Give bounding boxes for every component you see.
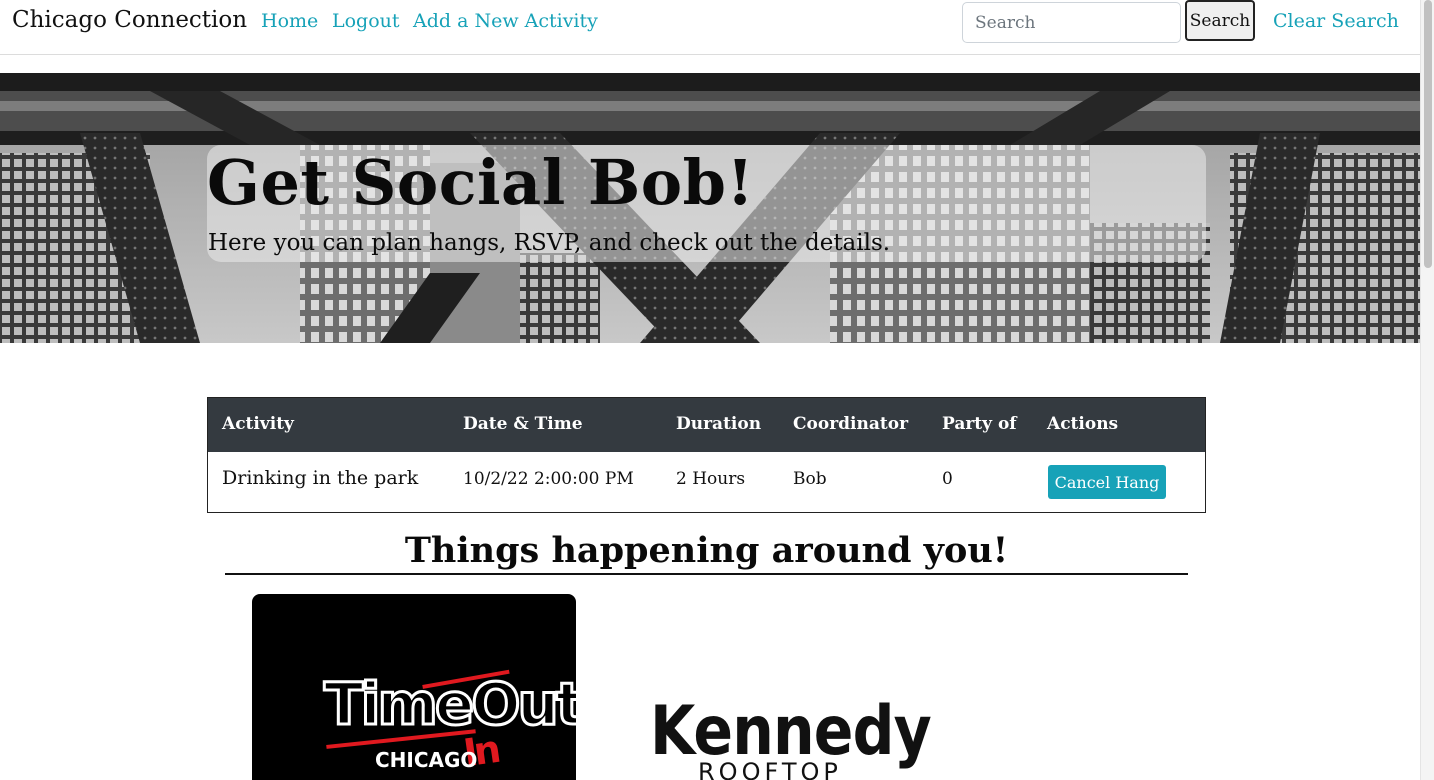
column-header-datetime: Date & Time xyxy=(463,414,583,434)
scrollbar-thumb[interactable] xyxy=(1424,0,1432,268)
column-header-duration: Duration xyxy=(676,414,762,434)
cell-coordinator: Bob xyxy=(793,469,827,489)
kennedy-logo-text: Kennedy xyxy=(650,692,932,771)
column-header-coordinator: Coordinator xyxy=(793,414,909,434)
cell-duration: 2 Hours xyxy=(676,469,746,489)
nav-home-link[interactable]: Home xyxy=(261,10,318,32)
table-header: Activity Date & Time Duration Coordinato… xyxy=(208,398,1205,452)
nav-logout-link[interactable]: Logout xyxy=(332,10,400,32)
navbar: Chicago Connection Home Logout Add a New… xyxy=(0,0,1420,55)
logo-text-city: CHICAGO xyxy=(375,748,477,772)
cell-datetime: 10/2/22 2:00:00 PM xyxy=(463,469,634,489)
hangs-table: Activity Date & Time Duration Coordinato… xyxy=(207,397,1206,513)
timeout-chicago-logo: TimeOut In CHICAGO xyxy=(323,669,577,776)
nav-add-activity-link[interactable]: Add a New Activity xyxy=(413,10,598,32)
section-divider xyxy=(225,573,1188,575)
search-button[interactable]: Search xyxy=(1185,0,1255,41)
column-header-party: Party of xyxy=(942,414,1017,434)
section-title: Things happening around you! xyxy=(404,530,1009,571)
page-scrollbar[interactable] xyxy=(1420,0,1434,780)
hero-subtitle: Here you can plan hangs, RSVP, and check… xyxy=(208,230,891,256)
cancel-hang-button[interactable]: Cancel Hang xyxy=(1048,465,1166,499)
cell-activity: Drinking in the park xyxy=(222,467,419,489)
brand[interactable]: Chicago Connection xyxy=(12,7,247,33)
kennedy-logo-sub: ROOFTOP xyxy=(698,758,842,780)
kennedy-rooftop-card[interactable]: Kennedy ROOFTOP xyxy=(620,640,940,780)
column-header-activity: Activity xyxy=(222,414,294,434)
search-input[interactable] xyxy=(962,2,1181,43)
column-header-actions: Actions xyxy=(1047,414,1119,434)
clear-search-link[interactable]: Clear Search xyxy=(1273,10,1399,32)
timeout-chicago-card[interactable]: TimeOut In CHICAGO xyxy=(252,594,576,780)
cell-party: 0 xyxy=(942,469,953,489)
hero-title: Get Social Bob! xyxy=(207,146,755,219)
hero-banner: Get Social Bob! Here you can plan hangs,… xyxy=(0,73,1420,343)
